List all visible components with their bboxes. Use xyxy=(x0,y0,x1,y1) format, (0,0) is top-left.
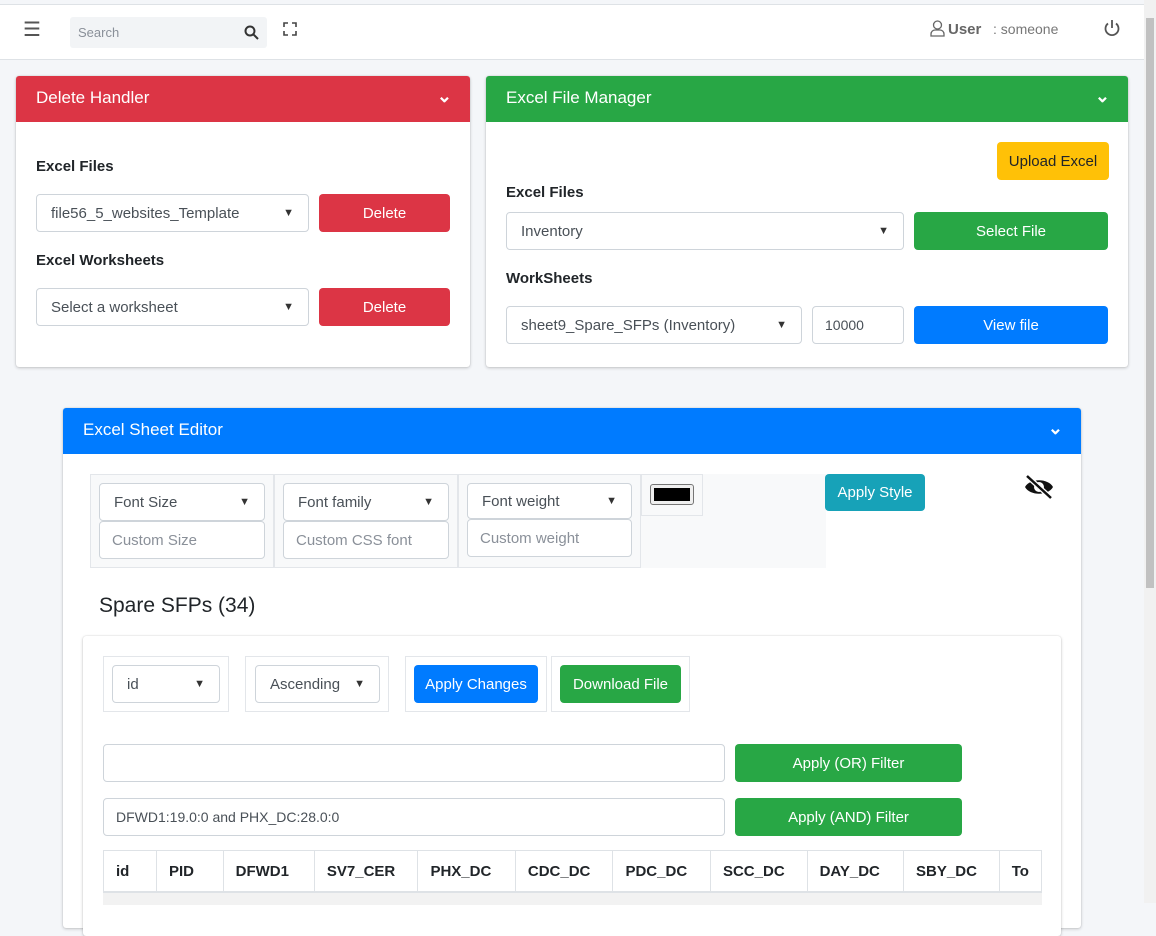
column-header-cdc_dc[interactable]: CDC_DC xyxy=(515,851,614,892)
chevron-down-icon: ▼ xyxy=(423,496,434,508)
user-label: User xyxy=(948,21,982,38)
selected-value: Select a worksheet xyxy=(51,298,178,316)
column-header-sv7_cer[interactable]: SV7_CER xyxy=(314,851,419,892)
delete-file-button[interactable]: Delete xyxy=(319,194,450,232)
excel-files-label: Excel Files xyxy=(36,158,114,175)
fullscreen-icon[interactable] xyxy=(283,22,297,36)
card-title: Excel File Manager xyxy=(506,88,652,107)
sort-column-select[interactable]: id ▼ xyxy=(112,665,220,703)
worksheet-select[interactable]: Select a worksheet ▼ xyxy=(36,288,309,326)
custom-weight-input[interactable]: Custom weight xyxy=(467,519,632,557)
eye-slash-icon[interactable] xyxy=(1023,474,1055,500)
chevron-down-icon: ▼ xyxy=(606,495,617,507)
column-header-phx_dc[interactable]: PHX_DC xyxy=(417,851,516,892)
chevron-down-icon[interactable]: ⌄ xyxy=(1095,86,1110,107)
data-table: id PID DFWD1 SV7_CER PHX_DC CDC_DC PDC_DC SCC_D… xyxy=(103,851,1042,893)
chevron-down-icon: ▼ xyxy=(194,678,205,690)
sheet-title: Spare SFPs (34) xyxy=(99,594,256,617)
selected-value: Font Size xyxy=(114,493,178,511)
chevron-down-icon[interactable]: ⌄ xyxy=(437,86,452,107)
font-size-select[interactable]: Font Size ▼ xyxy=(99,483,265,521)
excel-file-select[interactable]: Inventory ▼ xyxy=(506,212,904,250)
font-family-select[interactable]: Font family ▼ xyxy=(283,483,449,521)
font-weight-select[interactable]: Font weight ▼ xyxy=(467,483,632,519)
user-icon xyxy=(930,20,945,37)
column-header-to[interactable]: To xyxy=(999,851,1042,892)
selected-value: sheet9_Spare_SFPs (Inventory) xyxy=(521,316,736,334)
row-limit-input[interactable]: 10000 xyxy=(812,306,904,344)
or-filter-input[interactable] xyxy=(103,744,725,782)
card-title: Delete Handler xyxy=(36,88,150,107)
column-header-pdc_dc[interactable]: PDC_DC xyxy=(612,851,711,892)
chevron-down-icon: ▼ xyxy=(776,319,787,331)
user-name: : someone xyxy=(993,21,1059,37)
upload-excel-button[interactable]: Upload Excel xyxy=(997,142,1109,180)
data-table-wrapper[interactable]: id PID DFWD1 SV7_CER PHX_DC CDC_DC PDC_DC SCC_D… xyxy=(103,850,1042,910)
sort-order-select[interactable]: Ascending ▼ xyxy=(255,665,380,703)
chevron-down-icon: ▼ xyxy=(283,301,294,313)
column-header-sby_dc[interactable]: SBY_DC xyxy=(903,851,1000,892)
chevron-down-icon: ▼ xyxy=(239,496,250,508)
chevron-down-icon: ▼ xyxy=(878,225,889,237)
excel-file-select[interactable]: file56_5_websites_Template ▼ xyxy=(36,194,309,232)
sheet-table-panel: id ▼ Ascending ▼ Apply Changes Download Fi… xyxy=(83,636,1061,936)
chevron-down-icon: ▼ xyxy=(354,678,365,690)
excel-worksheets-label: Excel Worksheets xyxy=(36,252,165,269)
worksheet-select[interactable]: sheet9_Spare_SFPs (Inventory) ▼ xyxy=(506,306,802,344)
top-navbar: ☰ Search User : someone xyxy=(0,4,1144,60)
column-header-day_dc[interactable]: DAY_DC xyxy=(807,851,905,892)
color-picker[interactable] xyxy=(650,484,694,505)
search-icon[interactable] xyxy=(244,25,259,40)
excel-file-manager-card: Excel File Manager ⌄ Upload Excel Excel F… xyxy=(486,76,1128,367)
select-file-button[interactable]: Select File xyxy=(914,212,1108,250)
table-header-row: id PID DFWD1 SV7_CER PHX_DC CDC_DC PDC_DC SCC_D… xyxy=(103,851,1042,892)
apply-changes-button[interactable]: Apply Changes xyxy=(414,665,538,703)
excel-sheet-editor-card: Excel Sheet Editor ⌄ Font Size ▼ Custom Si… xyxy=(63,408,1081,936)
download-file-button[interactable]: Download File xyxy=(560,665,681,703)
worksheets-label: WorkSheets xyxy=(506,270,593,287)
selected-value: Inventory xyxy=(521,222,583,240)
hamburger-menu-icon[interactable]: ☰ xyxy=(23,17,41,42)
delete-handler-header[interactable]: Delete Handler ⌄ xyxy=(16,76,470,122)
card-title: Excel Sheet Editor xyxy=(83,420,223,439)
and-filter-input[interactable]: DFWD1:19.0:0 and PHX_DC:28.0:0 xyxy=(103,798,725,836)
custom-font-input[interactable]: Custom CSS font xyxy=(283,521,449,559)
selected-value: file56_5_websites_Template xyxy=(51,204,240,222)
sheet-editor-header[interactable]: Excel Sheet Editor ⌄ xyxy=(63,408,1081,454)
delete-worksheet-button[interactable]: Delete xyxy=(319,288,450,326)
power-icon[interactable] xyxy=(1103,19,1121,37)
column-header-pid[interactable]: PID xyxy=(156,851,224,892)
column-header-id[interactable]: id xyxy=(103,851,157,892)
chevron-down-icon: ▼ xyxy=(283,207,294,219)
selected-value: id xyxy=(127,675,139,693)
custom-size-input[interactable]: Custom Size xyxy=(99,521,265,559)
selected-value: Font family xyxy=(298,493,372,511)
view-file-button[interactable]: View file xyxy=(914,306,1108,344)
scrollbar[interactable] xyxy=(1144,0,1156,903)
column-header-scc_dc[interactable]: SCC_DC xyxy=(710,851,808,892)
column-header-dfwd1[interactable]: DFWD1 xyxy=(223,851,315,892)
search-placeholder: Search xyxy=(78,25,120,40)
apply-or-filter-button[interactable]: Apply (OR) Filter xyxy=(735,744,962,782)
file-manager-header[interactable]: Excel File Manager ⌄ xyxy=(486,76,1128,122)
excel-files-label: Excel Files xyxy=(506,184,584,201)
chevron-down-icon[interactable]: ⌄ xyxy=(1048,418,1063,439)
apply-style-button[interactable]: Apply Style xyxy=(825,474,925,511)
search-input[interactable]: Search xyxy=(70,17,267,48)
selected-value: Font weight xyxy=(482,492,560,510)
delete-handler-card: Delete Handler ⌄ Excel Files file56_5_web… xyxy=(16,76,470,367)
selected-value: Ascending xyxy=(270,675,341,693)
apply-and-filter-button[interactable]: Apply (AND) Filter xyxy=(735,798,962,836)
